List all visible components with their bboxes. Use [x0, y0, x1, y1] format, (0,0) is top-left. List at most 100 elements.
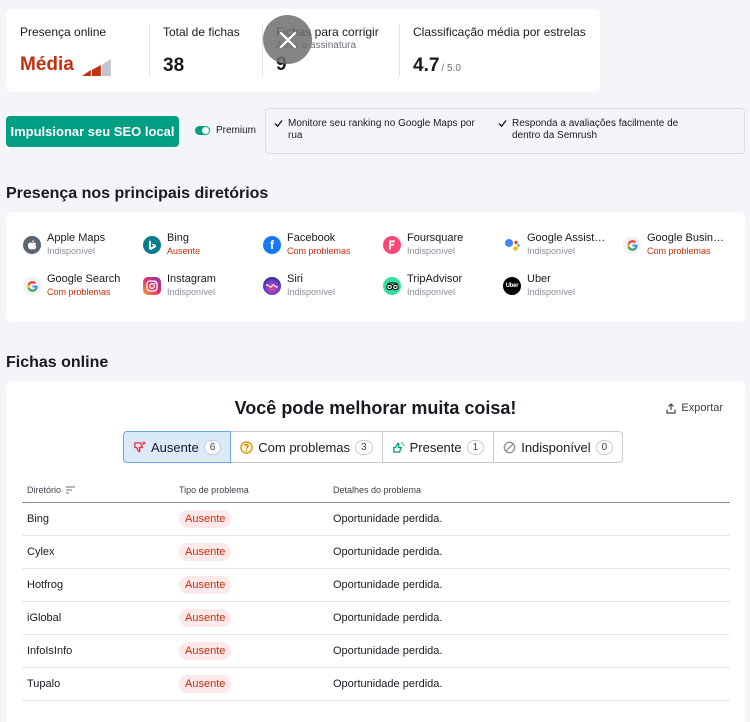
cell-details: Oportunidade perdida. [333, 513, 443, 525]
directory-status: Indisponível [527, 287, 576, 297]
close-icon [279, 31, 296, 48]
directory-name: Facebook [287, 232, 336, 244]
tab-count: 0 [595, 439, 614, 455]
directory-status: Com problemas [47, 287, 111, 297]
directory-status: Indisponível [47, 246, 96, 256]
tab-absent[interactable]: Ausente 6 [123, 431, 232, 463]
tripadvisor-icon [383, 277, 401, 295]
status-badge: Ausente [179, 642, 232, 660]
cell-details: Oportunidade perdida. [333, 579, 443, 591]
status-badge: Ausente [179, 510, 232, 528]
status-badge: Ausente [179, 609, 232, 627]
tab-with-problems[interactable]: Com problemas 3 [230, 431, 383, 463]
listings-title: Fichas online [6, 354, 109, 371]
cell-details: Oportunidade perdida. [333, 546, 443, 558]
directory-item-bing[interactable]: Bing Ausente [143, 232, 263, 256]
benefit-item: Responda a avaliações facilmente de dent… [498, 118, 708, 153]
directory-status: Indisponível [407, 287, 456, 297]
directory-item-tripadvisor[interactable]: TripAdvisor Indisponível [383, 273, 503, 297]
stat-total-listings: Total de fichas 38 [149, 9, 262, 92]
directory-item-google-assistant[interactable]: Google Assist… Indisponível [503, 232, 623, 256]
benefit-text: Monitore seu ranking no Google Maps por … [288, 118, 475, 141]
directory-item-instagram[interactable]: Instagram Indisponível [143, 273, 263, 297]
directory-item-siri[interactable]: Siri Indisponível [263, 273, 383, 297]
tab-count: 6 [203, 439, 222, 455]
table-row: InfoIsInfo Ausente Oportunidade perdida. [22, 635, 730, 668]
rating-max: / 5.0 [441, 63, 461, 74]
cell-directory: Bing [27, 513, 50, 525]
column-problem-details: Detalhes do problema [333, 484, 422, 495]
check-icon [498, 119, 507, 128]
directory-name: Instagram [167, 273, 216, 285]
table-header: Diretório Tipo de problema Detalhes do p… [22, 477, 730, 503]
tab-label: Presente [409, 439, 462, 455]
instagram-icon [143, 277, 161, 295]
listings-table: Diretório Tipo de problema Detalhes do p… [22, 477, 730, 701]
export-label: Exportar [681, 402, 723, 414]
directory-item-apple-maps[interactable]: Apple Maps Indisponível [23, 232, 143, 256]
directory-name: TripAdvisor [407, 273, 463, 285]
directory-item-foursquare[interactable]: Foursquare Indisponível [383, 232, 503, 256]
listings-heading: Você pode melhorar muita coisa! [234, 398, 517, 418]
directory-status: Com problemas [287, 246, 351, 256]
export-icon [666, 402, 677, 414]
check-icon [274, 119, 283, 128]
directory-item-facebook[interactable]: f Facebook Com problemas [263, 232, 383, 256]
cell-details: Oportunidade perdida. [333, 678, 443, 690]
directory-status: Com problemas [647, 246, 711, 256]
siri-icon [263, 277, 281, 295]
directories-title: Presença nos principais diretórios [6, 185, 269, 202]
google-assistant-icon [503, 236, 521, 254]
directory-item-google-business[interactable]: Google Busin… Com problemas [623, 232, 743, 256]
signal-strength-icon [81, 59, 111, 76]
directory-item-google-search[interactable]: Google Search Com problemas [23, 273, 143, 297]
premium-toggle[interactable]: Premium [195, 125, 256, 136]
column-label: Diretório [27, 484, 62, 495]
stat-label: Presença online [20, 25, 107, 39]
export-button[interactable]: Exportar [666, 402, 723, 414]
cell-details: Oportunidade perdida. [333, 612, 443, 624]
column-problem-type: Tipo de problema [179, 484, 249, 495]
directory-item-uber[interactable]: Uber Uber Indisponível [503, 273, 623, 297]
status-badge: Ausente [179, 675, 232, 693]
directory-name: Google Assist… [527, 232, 606, 244]
stat-online-presence: Presença online Média [6, 9, 149, 92]
tab-label: Com problemas [258, 439, 351, 455]
toggle-switch[interactable] [195, 126, 210, 135]
cell-directory: iGlobal [27, 612, 62, 624]
directory-name: Google Search [47, 273, 121, 285]
tab-present[interactable]: Presente 1 [381, 431, 495, 463]
directory-name: Google Busin… [647, 232, 725, 244]
thumbs-up-icon [392, 441, 405, 453]
boost-local-seo-button[interactable]: Impulsionar seu SEO local [6, 116, 179, 147]
tab-count: 3 [355, 439, 373, 455]
blocked-icon [503, 441, 516, 453]
directory-name: Foursquare [407, 232, 464, 244]
foursquare-icon [383, 236, 401, 254]
directory-status: Indisponível [287, 287, 336, 297]
directory-name: Siri [287, 273, 303, 285]
table-row: Hotfrog Ausente Oportunidade perdida. [22, 569, 730, 602]
total-value: 38 [163, 55, 185, 76]
facebook-icon: f [263, 236, 281, 254]
google-icon [623, 236, 641, 254]
stat-label: Total de fichas [163, 25, 240, 39]
directory-name: Bing [167, 232, 190, 244]
directory-name: Apple Maps [47, 232, 106, 244]
premium-benefits: Monitore seu ranking no Google Maps por … [265, 108, 745, 154]
thumbs-down-icon [134, 441, 146, 452]
sort-icon [66, 485, 76, 494]
table-row: Cylex Ausente Oportunidade perdida. [22, 536, 730, 569]
directory-status: Indisponível [407, 246, 456, 256]
benefit-item: Monitore seu ranking no Google Maps por … [274, 118, 484, 153]
cell-directory: Tupalo [27, 678, 61, 690]
tab-unavailable[interactable]: Indisponível 0 [493, 431, 624, 463]
status-tabs: Ausente 6 Com problemas 3 Presente 1 Ind… [123, 431, 624, 463]
close-button[interactable] [263, 15, 312, 64]
listings-card: Você pode melhorar muita coisa! Exportar… [6, 381, 745, 722]
column-directory[interactable]: Diretório [22, 485, 178, 495]
cell-details: Oportunidade perdida. [333, 645, 443, 657]
status-badge: Ausente [179, 576, 232, 594]
question-icon [240, 440, 253, 454]
benefit-text: Responda a avaliações facilmente de dent… [512, 118, 679, 141]
